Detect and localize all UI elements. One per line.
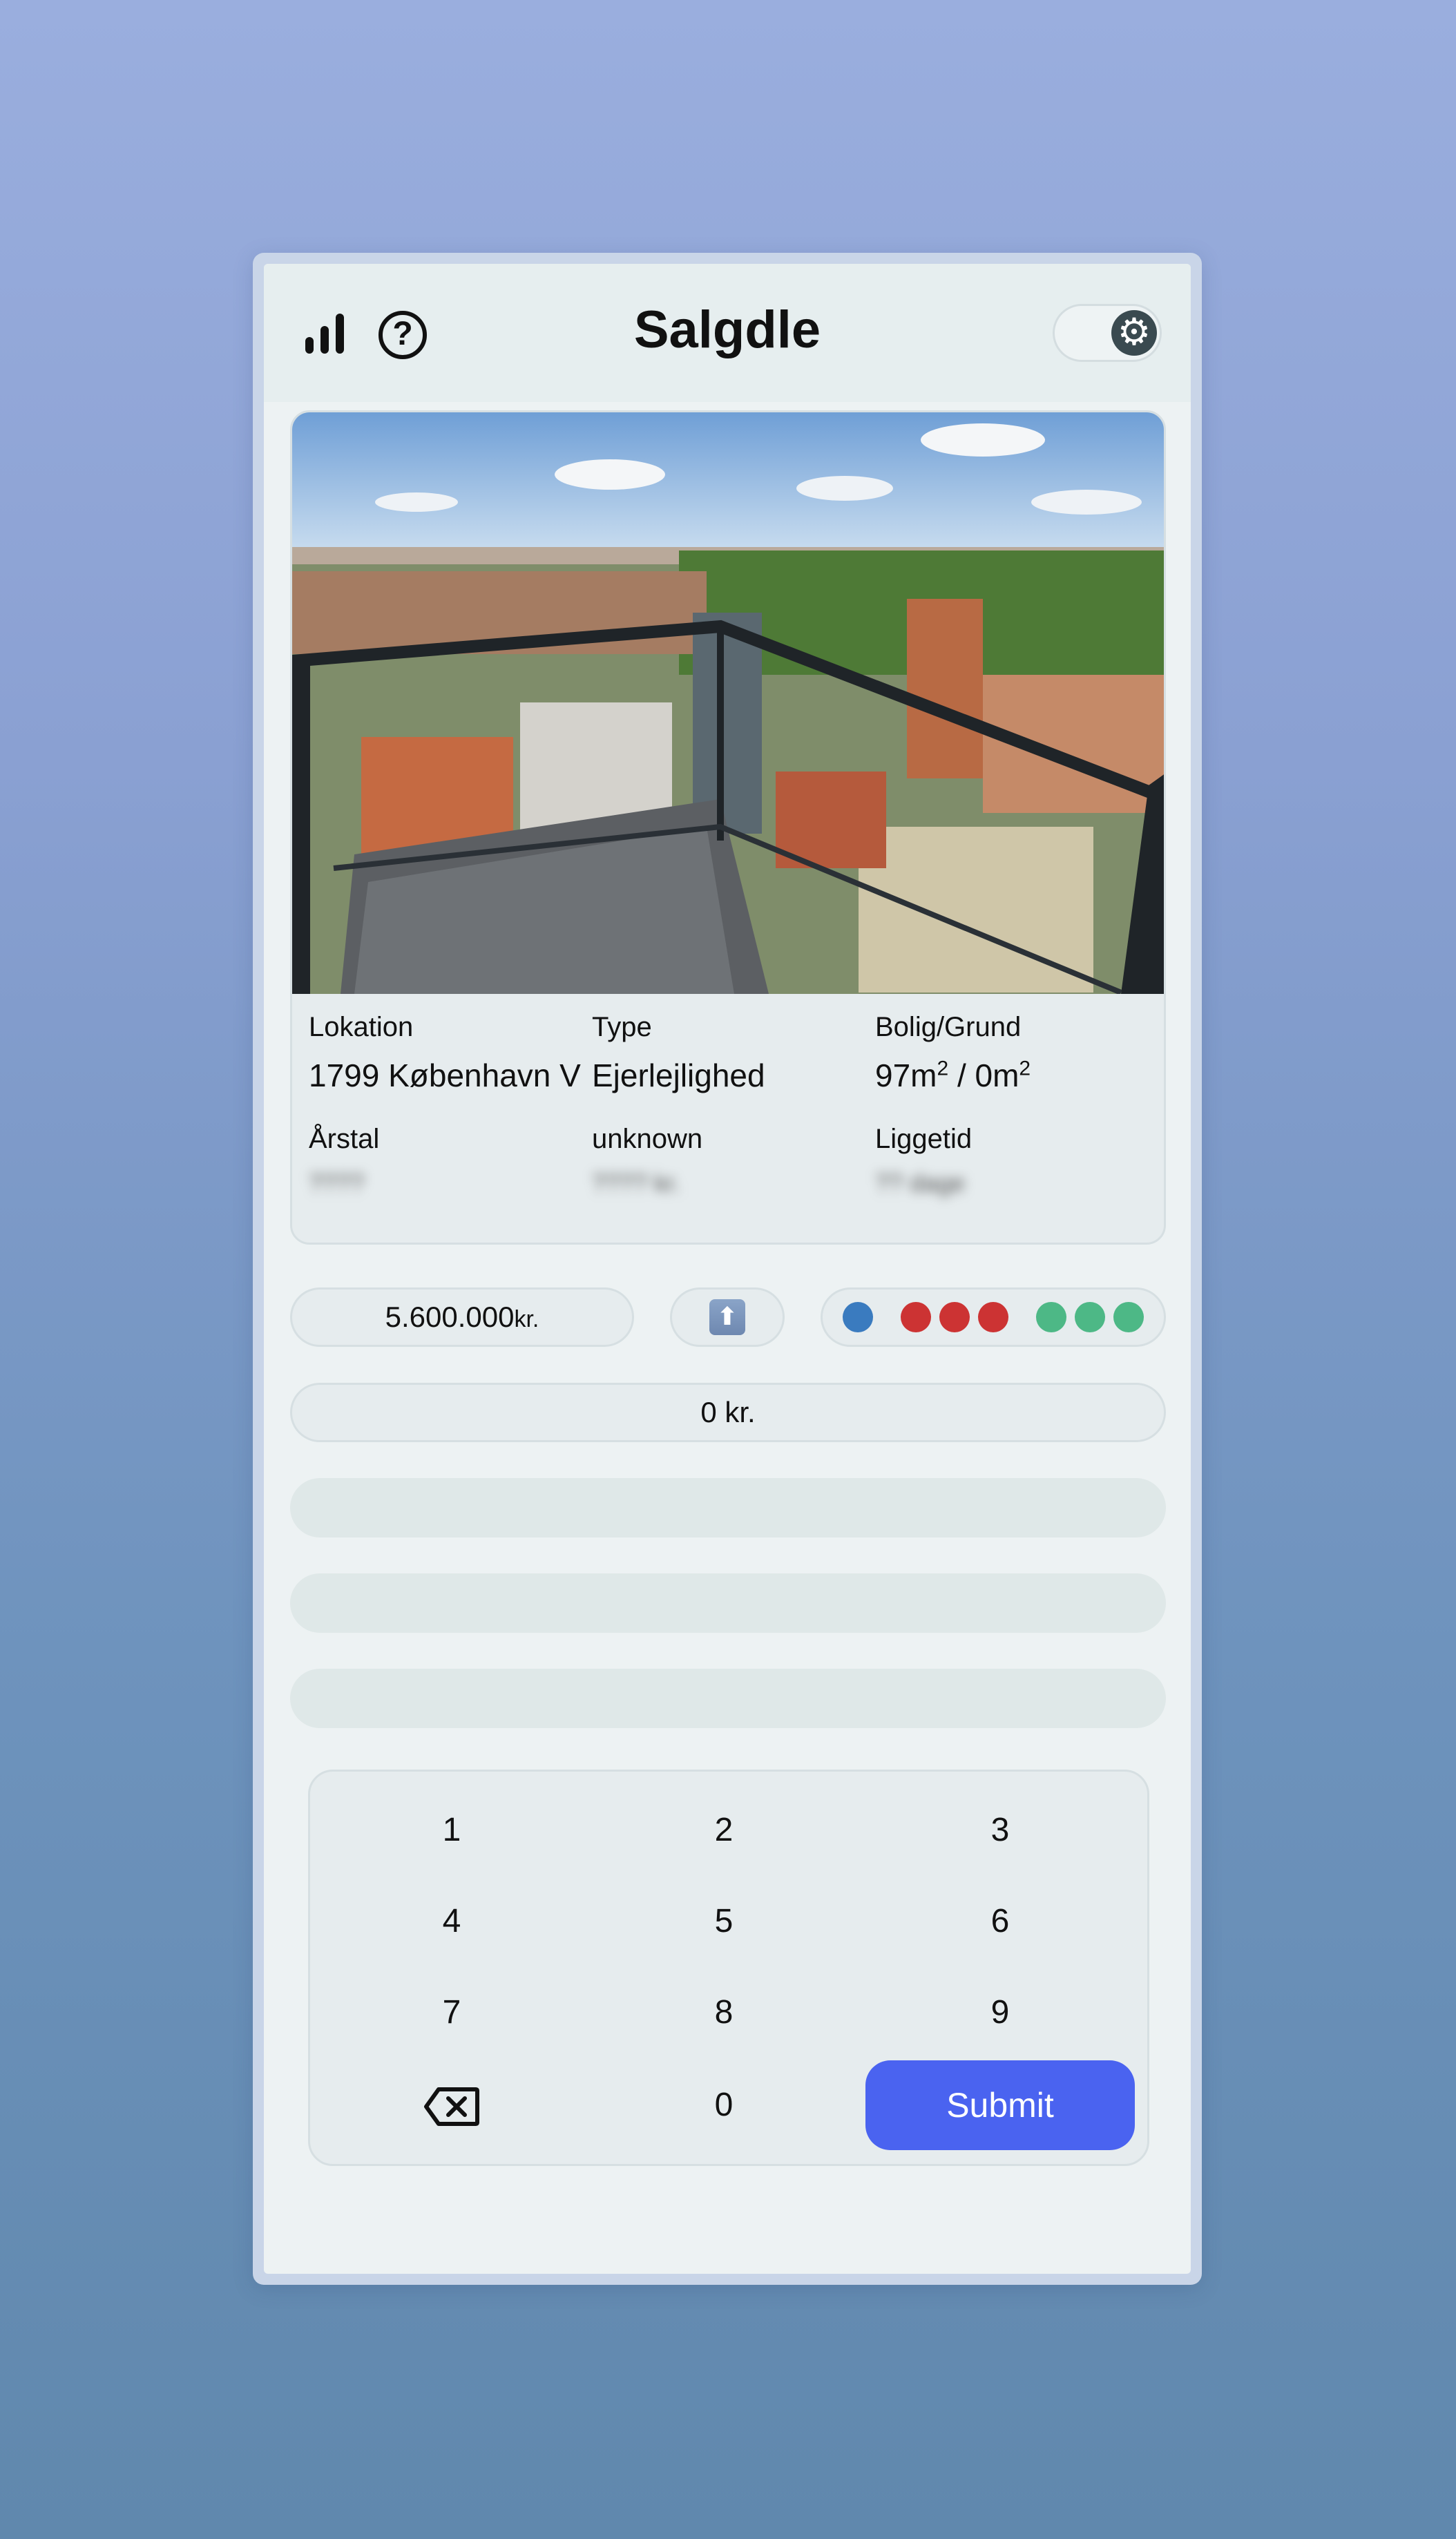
dot-green (1113, 1302, 1144, 1332)
type-value: Ejerlejlighed (592, 1057, 765, 1093)
key-3[interactable]: 3 (865, 1785, 1135, 1875)
key-1[interactable]: 1 (317, 1785, 586, 1875)
type-label: Type (592, 1012, 652, 1042)
year-label: Årstal (309, 1124, 380, 1154)
guess-slot (290, 1669, 1166, 1728)
plot-area: 0m (975, 1057, 1019, 1093)
page-title: Salgdle (633, 300, 821, 359)
unknown-value: ???? kr. (592, 1169, 681, 1197)
app-card: ? Salgdle ⚙ Lokation 1799 København V Ty… (264, 264, 1191, 2274)
key-6[interactable]: 6 (865, 1877, 1135, 1966)
backspace-button[interactable] (317, 2060, 586, 2150)
area-value: 97m2 / 0m2 (875, 1057, 1151, 1094)
header: ? Salgdle ⚙ (264, 264, 1191, 402)
key-7[interactable]: 7 (317, 1968, 586, 2058)
key-4[interactable]: 4 (317, 1877, 586, 1966)
listing-card: Lokation 1799 København V Type Ejerlejli… (290, 410, 1166, 1245)
listed-label: Liggetid (875, 1124, 973, 1154)
area-label: Bolig/Grund (875, 1012, 1022, 1042)
price-value: 5.600.000 (385, 1301, 515, 1333)
key-0[interactable]: 0 (589, 2060, 859, 2150)
gear-icon: ⚙ (1111, 310, 1157, 356)
settings-toggle[interactable]: ⚙ (1053, 304, 1162, 362)
key-2[interactable]: 2 (589, 1785, 859, 1875)
price-unit: kr. (514, 1306, 539, 1332)
area-unit-sup: 2 (937, 1057, 949, 1080)
location-label: Lokation (309, 1012, 414, 1042)
submit-button[interactable]: Submit (865, 2060, 1135, 2150)
current-guess: 0 kr. (290, 1383, 1166, 1442)
current-guess-value: 0 kr. (700, 1396, 756, 1428)
guess-slot (290, 1573, 1166, 1633)
living-area: 97m (875, 1057, 937, 1093)
location-value: 1799 København V (309, 1057, 581, 1093)
dot-red (939, 1302, 970, 1332)
photo-image (292, 412, 1164, 994)
dot-red (901, 1302, 931, 1332)
number-keypad: 1 2 3 4 5 6 7 8 9 0 Submit (308, 1770, 1149, 2166)
hint-button[interactable]: ⬆ (670, 1287, 785, 1347)
year-value: ???? (309, 1169, 365, 1197)
price-display: 5.600.000kr. (290, 1287, 634, 1347)
key-9[interactable]: 9 (865, 1968, 1135, 2058)
dot-red (978, 1302, 1008, 1332)
plot-unit-sup: 2 (1019, 1057, 1031, 1080)
listed-value: ?? dage (875, 1169, 966, 1197)
guess-history-dots (821, 1287, 1166, 1347)
dot-green (1036, 1302, 1066, 1332)
listing-photo (292, 412, 1164, 994)
guess-slot (290, 1478, 1166, 1537)
arrow-up-icon: ⬆ (709, 1299, 745, 1335)
key-8[interactable]: 8 (589, 1968, 859, 2058)
dot-green (1075, 1302, 1105, 1332)
dot-blue (843, 1302, 873, 1332)
unknown-label: unknown (592, 1124, 703, 1154)
area-separator: / (948, 1057, 975, 1093)
key-5[interactable]: 5 (589, 1877, 859, 1966)
app-frame: ? Salgdle ⚙ Lokation 1799 København V Ty… (253, 253, 1202, 2285)
backspace-icon (424, 2087, 479, 2127)
